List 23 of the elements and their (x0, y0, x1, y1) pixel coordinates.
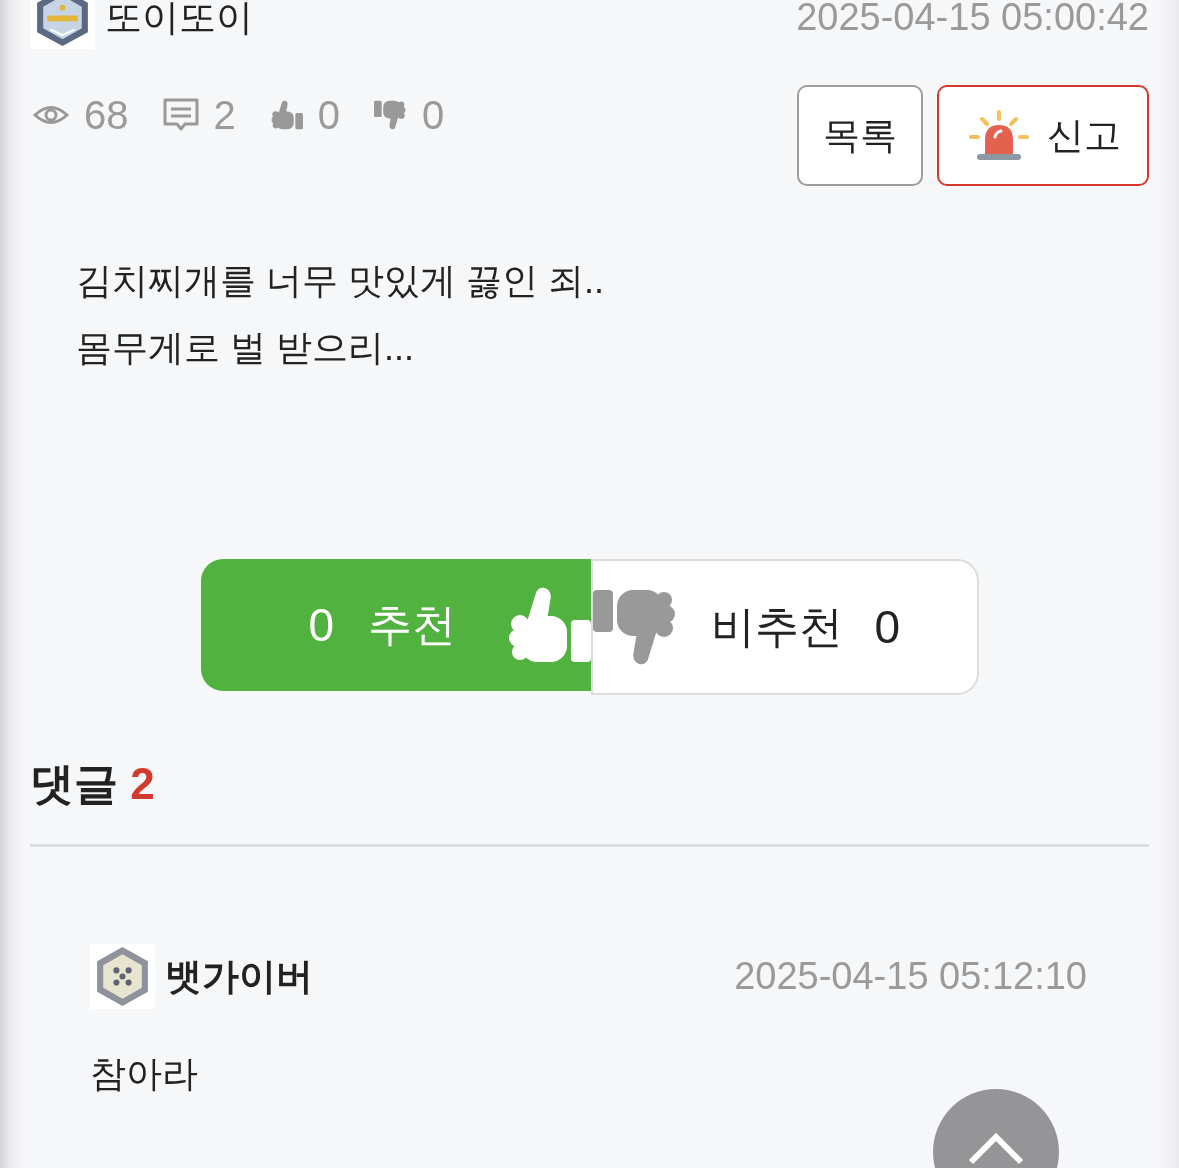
dislike-count: 0 (422, 92, 445, 138)
chevron-up-icon (968, 1133, 1024, 1165)
comments-heading: 댓글 2 (30, 758, 155, 810)
comment-author: 뱃가이버 (165, 954, 313, 999)
post-text: 김치찌개를 너무 맛있게 끓인 죄.. (76, 259, 605, 303)
eye-icon (33, 103, 69, 127)
comment-date: 2025-04-15 05:12:10 (734, 955, 1087, 998)
report-button[interactable]: 신고 (937, 85, 1149, 186)
author-name: 또이또이 (105, 0, 253, 40)
hexagon-badge-icon (90, 944, 155, 1009)
comment-icon (162, 98, 199, 132)
siren-icon (967, 109, 1031, 162)
comment-count: 2 (213, 92, 236, 138)
thumbs-down-icon (374, 100, 407, 130)
list-button[interactable]: 목록 (797, 85, 923, 186)
hexagon-badge-icon (30, 0, 95, 49)
post-text: 몸무게로 벌 받으리... (76, 326, 415, 370)
view-count: 68 (84, 92, 129, 138)
dislike-button[interactable]: 비추천 0 (590, 559, 979, 695)
post-date: 2025-04-15 05:00:42 (796, 0, 1149, 39)
like-count: 0 (317, 92, 340, 138)
comment-text: 참아라 (90, 1052, 199, 1096)
thumbs-up-icon (269, 100, 303, 130)
